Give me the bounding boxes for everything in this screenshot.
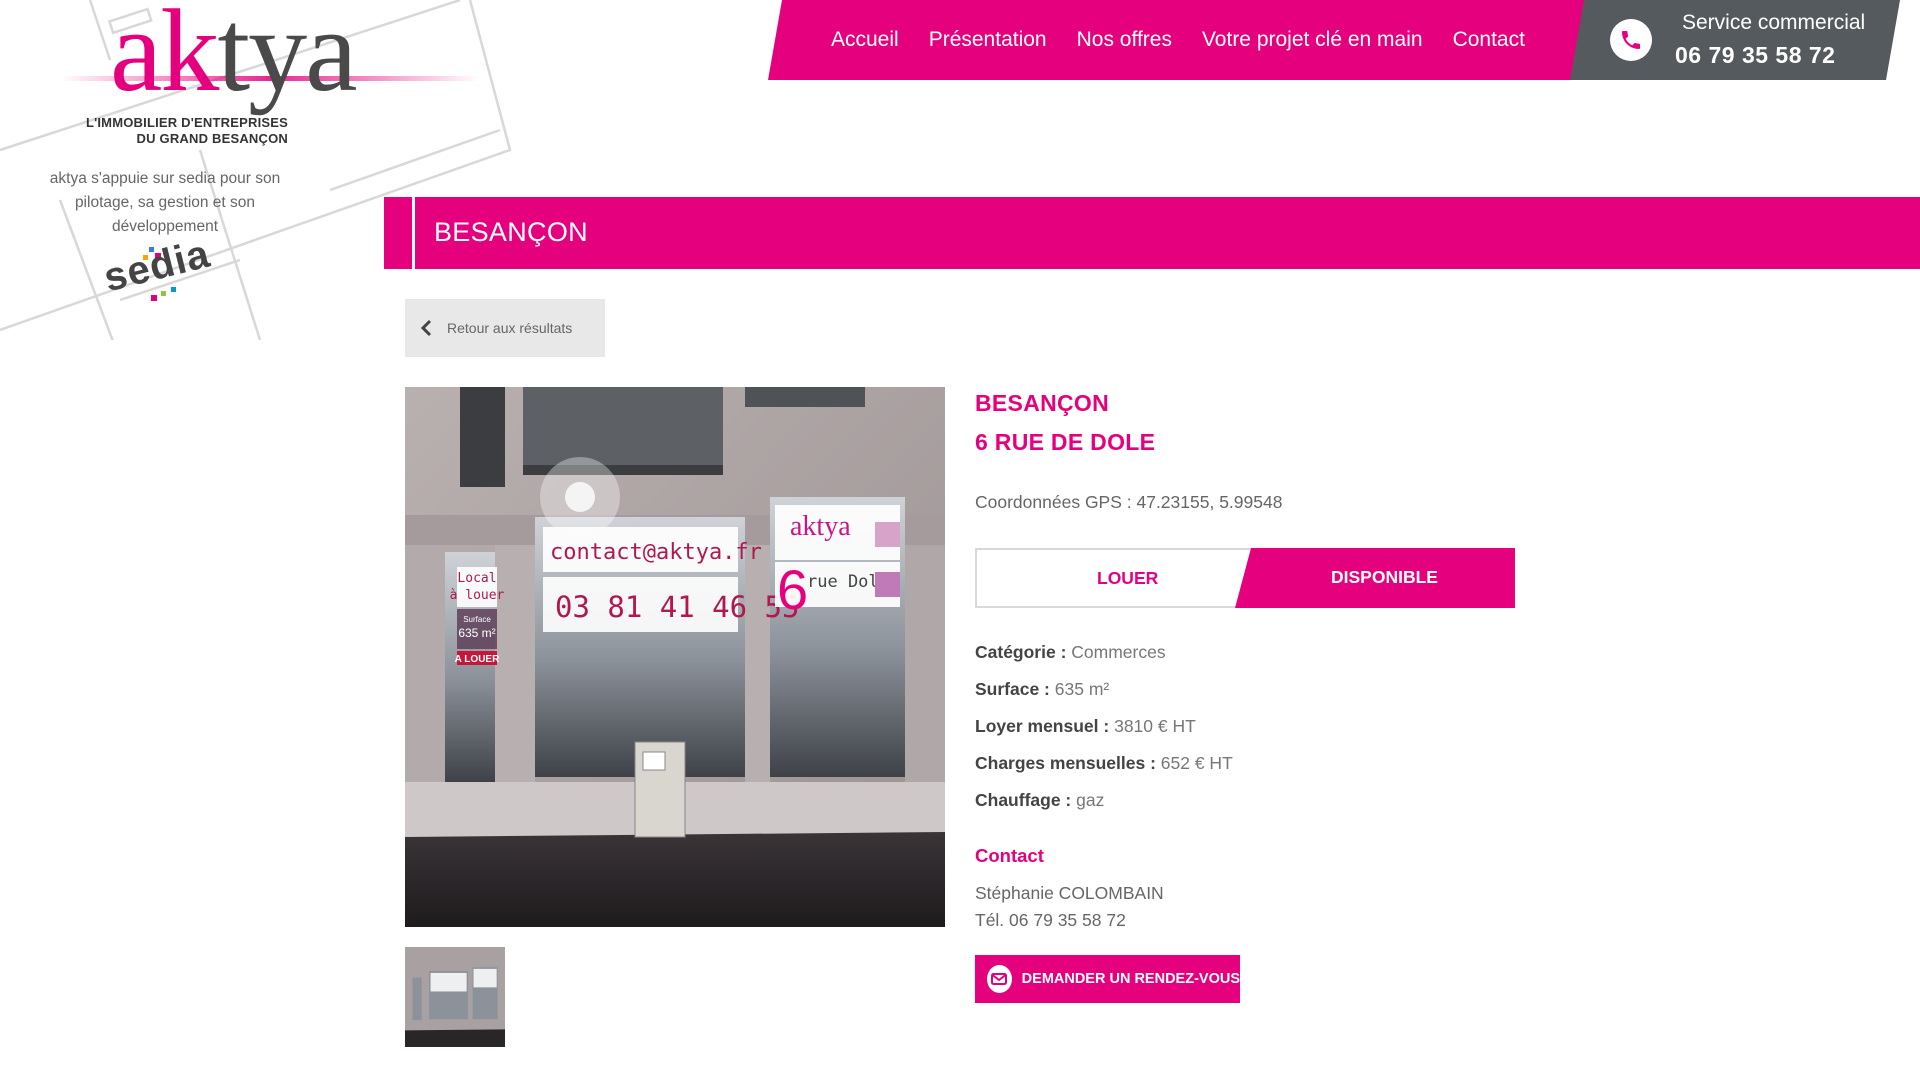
nav-item-accueil[interactable]: Accueil: [831, 28, 899, 52]
page-title-bar: BESANÇON: [384, 197, 1920, 269]
logo-tagline: L'IMMOBILIER D'ENTREPRISES DU GRAND BESA…: [85, 115, 288, 146]
svg-text:6: 6: [777, 558, 808, 621]
gps-coordinates: Coordonnées GPS : 47.23155, 5.99548: [975, 492, 1283, 512]
svg-text:635 m²: 635 m²: [458, 626, 495, 640]
chevron-left-icon: [420, 319, 432, 337]
spec-surface: Surface : 635 m²: [975, 679, 1110, 699]
svg-text:03 81 41 46 55: 03 81 41 46 55: [555, 590, 799, 624]
contact-heading: Contact: [975, 845, 1044, 866]
svg-text:Local: Local: [457, 571, 496, 586]
phone-number[interactable]: 06 79 35 58 72: [1675, 42, 1835, 69]
listing-street: 6 RUE DE DOLE: [975, 429, 1156, 455]
storefront-illustration: Local à louer Surface 635 m² A LOUER con…: [405, 387, 945, 927]
phone-label: Service commercial: [1682, 11, 1866, 34]
svg-text:A LOUER: A LOUER: [455, 654, 500, 665]
request-appointment-button[interactable]: DEMANDER UN RENDEZ-VOUS: [975, 955, 1240, 1003]
sedia-logo[interactable]: sedia: [100, 232, 235, 307]
phone-icon: [1610, 19, 1652, 61]
listing-city: BESANÇON: [975, 390, 1110, 416]
sales-phone-box[interactable]: Service commercial 06 79 35 58 72: [1570, 0, 1900, 80]
status-disponible-badge: DISPONIBLE: [1235, 548, 1515, 608]
svg-text:Surface: Surface: [463, 615, 491, 624]
sedia-description: aktya s'appuie sur sedia pour son pilota…: [49, 170, 281, 235]
svg-text:à louer: à louer: [450, 588, 505, 603]
main-navigation: Accueil Présentation Nos offres Votre pr…: [768, 0, 1608, 80]
logo-wordmark: aktya: [110, 0, 358, 116]
request-appointment-label: DEMANDER UN RENDEZ-VOUS: [1021, 971, 1240, 987]
spec-loyer: Loyer mensuel : 3810 € HT: [975, 716, 1196, 736]
thumbnail-illustration: [405, 947, 505, 1047]
envelope-icon: [987, 965, 1012, 993]
contact-name: Stéphanie COLOMBAIN: [975, 883, 1164, 903]
photo-thumbnail[interactable]: [405, 947, 505, 1047]
spec-chauffage: Chauffage : gaz: [975, 790, 1105, 810]
nav-item-projet[interactable]: Votre projet clé en main: [1202, 28, 1423, 52]
back-label: Retour aux résultats: [447, 320, 573, 336]
aktya-logo[interactable]: aktya L'IMMOBILIER D'ENTREPRISES DU GRAN…: [60, 0, 480, 160]
spec-charges: Charges mensuelles : 652 € HT: [975, 753, 1233, 773]
nav-item-nos-offres[interactable]: Nos offres: [1077, 28, 1172, 52]
title-accent-line: [412, 197, 415, 269]
back-to-results-button[interactable]: Retour aux résultats: [405, 299, 605, 357]
nav-item-contact[interactable]: Contact: [1453, 28, 1525, 52]
svg-text:aktya: aktya: [790, 511, 851, 542]
svg-text:contact@aktya.fr: contact@aktya.fr: [550, 540, 762, 565]
page-title: BESANÇON: [434, 217, 588, 247]
spec-categorie: Catégorie : Commerces: [975, 642, 1166, 662]
property-photo[interactable]: Local à louer Surface 635 m² A LOUER con…: [405, 387, 945, 927]
contact-phone[interactable]: Tél. 06 79 35 58 72: [975, 910, 1126, 931]
listing-status: LOUER DISPONIBLE: [975, 548, 1515, 608]
nav-item-presentation[interactable]: Présentation: [929, 28, 1047, 52]
